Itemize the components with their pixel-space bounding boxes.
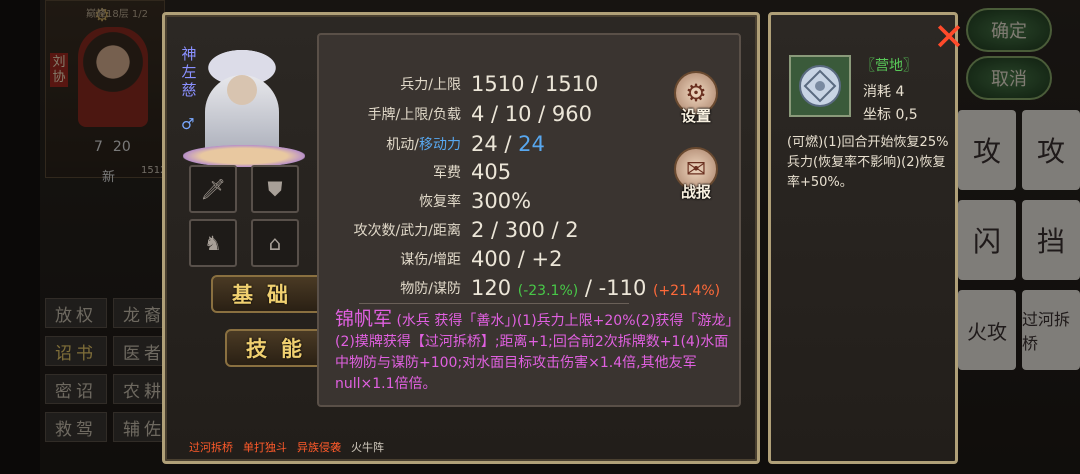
terrain-coordinate: 坐标 0,5 [863, 107, 918, 123]
player-character-name: 刘协 [50, 53, 68, 87]
tab-basic[interactable]: 基础 [211, 275, 323, 313]
left-edge-strip [0, 0, 40, 474]
stat-value: 4 / 10 / 960 [471, 102, 593, 126]
stats-box: 兵力/上限 1510 / 1510 手牌/上限/负载 4 / 10 / 960 … [317, 33, 741, 407]
stat-value: 1510 / 1510 [471, 72, 599, 96]
stat-label: 机动/移动力 [386, 137, 461, 153]
command-grid: 放权 龙裔 诏书 医者 密诏 农耕 救驾 辅佐 [45, 298, 175, 442]
confirm-button[interactable]: 确定 [966, 8, 1052, 52]
skill-text: (水兵 获得「善水」)(1)兵力上限+20%(2)获得「游龙」(2)摸牌获得【过… [335, 313, 733, 392]
hand-count: 7 [94, 139, 103, 155]
trait-tags: 过河拆桥 单打独斗 异族侵袭 火牛阵 [189, 439, 384, 455]
stat-value: 400 / +2 [471, 247, 563, 271]
command-button[interactable]: 密诏 [45, 374, 107, 404]
portrait-face [227, 75, 257, 105]
cancel-button[interactable]: 取消 [966, 56, 1052, 100]
player-portrait [78, 27, 148, 127]
new-badge: 新 [102, 170, 116, 185]
command-button[interactable]: 救驾 [45, 412, 107, 442]
hand-card[interactable]: 攻 [1022, 110, 1080, 190]
trait-tag: 火牛阵 [351, 441, 384, 454]
chest-icon: ⌂ [268, 231, 282, 255]
hand-card[interactable]: 闪 [958, 200, 1016, 280]
report-label: 战报 [680, 183, 711, 201]
stats-divider [359, 303, 629, 304]
hp-count: 20 [112, 139, 131, 155]
trait-tag: 异族侵袭 [297, 441, 341, 454]
hand-card[interactable]: 挡 [1022, 200, 1080, 280]
stat-label: 恢复率 [419, 194, 461, 210]
stat-value: 300% [471, 189, 532, 213]
male-icon: ♂ [181, 115, 195, 133]
stat-row-strategy: 谋伤/增距 400 / +2 [319, 246, 739, 272]
unit-detail-panel: 神左慈 ♂ 🗡 ⛊ ♞ ⌂ 基础 技能 兵力/上限 1510 / 1510 手牌… [162, 12, 760, 464]
hand-cards-column: 攻 攻 闪 挡 火攻 过河拆桥 [958, 110, 1080, 370]
close-icon[interactable]: ✕ [932, 18, 966, 56]
trait-tag: 单打独斗 [243, 441, 287, 454]
horse-icon: ♞ [204, 231, 222, 255]
shield-icon: ⛊ [267, 177, 283, 201]
stat-label: 手牌/上限/负载 [367, 107, 461, 123]
camp-icon [789, 55, 851, 117]
hand-card[interactable]: 攻 [958, 110, 1016, 190]
portrait-cloud [183, 145, 305, 167]
hand-card[interactable]: 过河拆桥 [1022, 290, 1080, 370]
unit-name: 神左慈 [181, 45, 197, 99]
stat-row-defense: 物防/谋防 120 (-23.1%) / -110 (+21.4%) [319, 275, 739, 301]
command-button[interactable]: 放权 [45, 298, 107, 328]
command-button[interactable]: 诏书 [45, 336, 107, 366]
skill-description: 锦帆军 (水兵 获得「善水」)(1)兵力上限+20%(2)获得「游龙」(2)摸牌… [335, 309, 733, 395]
terrain-title: 〖营地〗 [861, 58, 917, 74]
stat-value: 405 [471, 160, 512, 184]
stat-value: 2 / 300 / 2 [471, 218, 579, 242]
armor-slot[interactable]: ⛊ [251, 165, 299, 213]
camp-tent-icon [799, 65, 841, 107]
stat-row-attack: 攻次数/武力/距离 2 / 300 / 2 [319, 217, 739, 243]
stat-value: 24 / 24 [471, 132, 545, 156]
stat-value: 120 (-23.1%) / -110 (+21.4%) [471, 276, 721, 300]
treasure-slot[interactable]: ⌂ [251, 219, 299, 267]
weapon-slot[interactable]: 🗡 [189, 165, 237, 213]
settings-button[interactable]: ⚙ 设置 [671, 71, 721, 129]
stat-label: 谋伤/增距 [400, 252, 461, 268]
trait-tag: 过河拆桥 [189, 441, 233, 454]
stat-label: 兵力/上限 [400, 77, 461, 93]
skill-name: 锦帆军 [335, 308, 393, 330]
stat-label: 物防/谋防 [400, 281, 461, 297]
mount-slot[interactable]: ♞ [189, 219, 237, 267]
terrain-cost: 消耗 4 [863, 84, 905, 100]
player-character-card[interactable]: ⚙ 巅峰18层 1/2 刘协 7 20 新 1512/1512 [45, 0, 195, 185]
settings-label: 设置 [680, 107, 711, 125]
terrain-description: (可燃)(1)回合开始恢复25%兵力(恢复率不影响)(2)恢复率+50%。 [787, 135, 949, 190]
terrain-info-panel: 〖营地〗 消耗 4 坐标 0,5 (可燃)(1)回合开始恢复25%兵力(恢复率不… [768, 12, 958, 464]
battle-report-button[interactable]: ✉ 战报 [671, 147, 721, 205]
stat-label: 军费 [433, 165, 461, 181]
sword-icon: 🗡 [200, 177, 226, 201]
floor-indicator: 巅峰18层 1/2 [86, 9, 148, 20]
hand-card[interactable]: 火攻 [958, 290, 1016, 370]
player-stat-row: 7 20 [94, 139, 131, 155]
stat-label: 攻次数/武力/距离 [353, 223, 461, 239]
